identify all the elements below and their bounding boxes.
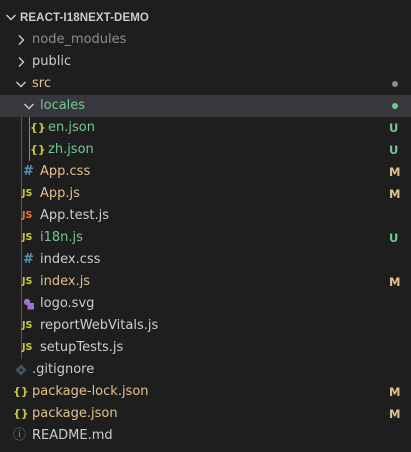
tree-item-label: App.js bbox=[40, 186, 80, 201]
git-status-badge: U bbox=[389, 231, 399, 245]
tree-item-label: index.css bbox=[40, 252, 101, 267]
tree-item-gitignore[interactable]: .gitignore bbox=[0, 359, 411, 381]
tree-item-index-js[interactable]: JS index.js M bbox=[0, 271, 411, 293]
json-icon: {} bbox=[30, 143, 46, 156]
tree-item-app-css[interactable]: # App.css M bbox=[0, 161, 411, 183]
javascript-icon: JS bbox=[22, 276, 33, 287]
tree-item-locales[interactable]: locales bbox=[0, 95, 411, 117]
tree-item-src[interactable]: src bbox=[0, 73, 411, 95]
git-status-badge: M bbox=[389, 385, 401, 399]
tree-item-label: locales bbox=[40, 98, 86, 113]
javascript-icon: JS bbox=[22, 188, 33, 199]
tree-item-reportwebvitals-js[interactable]: JS reportWebVitals.js bbox=[0, 315, 411, 337]
tree-item-package-json[interactable]: {} package.json M bbox=[0, 403, 411, 425]
git-status-badge: U bbox=[389, 121, 399, 135]
tree-item-label: i18n.js bbox=[40, 230, 83, 245]
tree-item-setuptests-js[interactable]: JS setupTests.js bbox=[0, 337, 411, 359]
file-explorer: REACT-I18NEXT-DEMO node_modules public s… bbox=[0, 0, 411, 452]
tree-item-label: zh.json bbox=[48, 142, 94, 157]
info-icon: ⓘ bbox=[13, 428, 27, 443]
tree-item-label: .gitignore bbox=[32, 362, 95, 377]
tree-item-app-test-js[interactable]: JS App.test.js bbox=[0, 205, 411, 227]
tree-item-i18n-js[interactable]: JS i18n.js U bbox=[0, 227, 411, 249]
javascript-icon: JS bbox=[22, 232, 33, 243]
chevron-right-icon[interactable] bbox=[13, 54, 29, 70]
tree-item-label: public bbox=[32, 54, 72, 69]
tree-item-label: index.js bbox=[40, 274, 91, 289]
git-status-badge: M bbox=[389, 165, 401, 179]
tree-item-zh-json[interactable]: {} zh.json U bbox=[0, 139, 411, 161]
tree-item-public[interactable]: public bbox=[0, 51, 411, 73]
tree-item-label: README.md bbox=[32, 428, 113, 443]
tree-item-label: App.css bbox=[40, 164, 91, 179]
json-icon: {} bbox=[13, 407, 29, 420]
chevron-down-icon[interactable] bbox=[3, 9, 19, 25]
git-icon bbox=[15, 364, 27, 376]
svg-icon bbox=[23, 298, 34, 310]
untracked-dot-icon bbox=[392, 103, 398, 109]
tree-item-readme-md[interactable]: ⓘ README.md bbox=[0, 425, 411, 447]
chevron-down-icon[interactable] bbox=[21, 98, 37, 114]
tree-item-label: logo.svg bbox=[40, 296, 95, 311]
tree-item-logo-svg[interactable]: logo.svg bbox=[0, 293, 411, 315]
tree-item-node-modules[interactable]: node_modules bbox=[0, 29, 411, 51]
chevron-right-icon[interactable] bbox=[13, 32, 29, 48]
tree-item-label: en.json bbox=[48, 120, 95, 135]
modified-dot-icon bbox=[392, 81, 398, 87]
tree-item-label: package.json bbox=[32, 406, 118, 421]
tree-item-label: reportWebVitals.js bbox=[40, 318, 159, 333]
tree-item-label: App.test.js bbox=[40, 208, 110, 223]
tree-item-package-lock-json[interactable]: {} package-lock.json M bbox=[0, 381, 411, 403]
git-status-badge: M bbox=[389, 275, 401, 289]
javascript-icon: JS bbox=[22, 342, 33, 353]
git-status-badge: M bbox=[389, 407, 401, 421]
json-icon: {} bbox=[30, 121, 46, 134]
explorer-section-header[interactable]: REACT-I18NEXT-DEMO bbox=[0, 7, 411, 29]
test-js-icon: JS bbox=[22, 210, 33, 221]
tree-item-label: src bbox=[32, 76, 51, 91]
tree-item-label: setupTests.js bbox=[40, 340, 124, 355]
css-icon: # bbox=[23, 252, 34, 267]
tree-item-index-css[interactable]: # index.css bbox=[0, 249, 411, 271]
chevron-down-icon[interactable] bbox=[13, 76, 29, 92]
git-status-badge: U bbox=[389, 143, 399, 157]
javascript-icon: JS bbox=[22, 320, 33, 331]
explorer-title: REACT-I18NEXT-DEMO bbox=[20, 12, 149, 24]
git-status-badge: M bbox=[389, 187, 401, 201]
tree-item-app-js[interactable]: JS App.js M bbox=[0, 183, 411, 205]
tree-item-label: node_modules bbox=[32, 32, 127, 47]
json-icon: {} bbox=[13, 385, 29, 398]
tree-item-label: package-lock.json bbox=[32, 384, 149, 399]
tree-item-en-json[interactable]: {} en.json U bbox=[0, 117, 411, 139]
css-icon: # bbox=[23, 164, 34, 179]
